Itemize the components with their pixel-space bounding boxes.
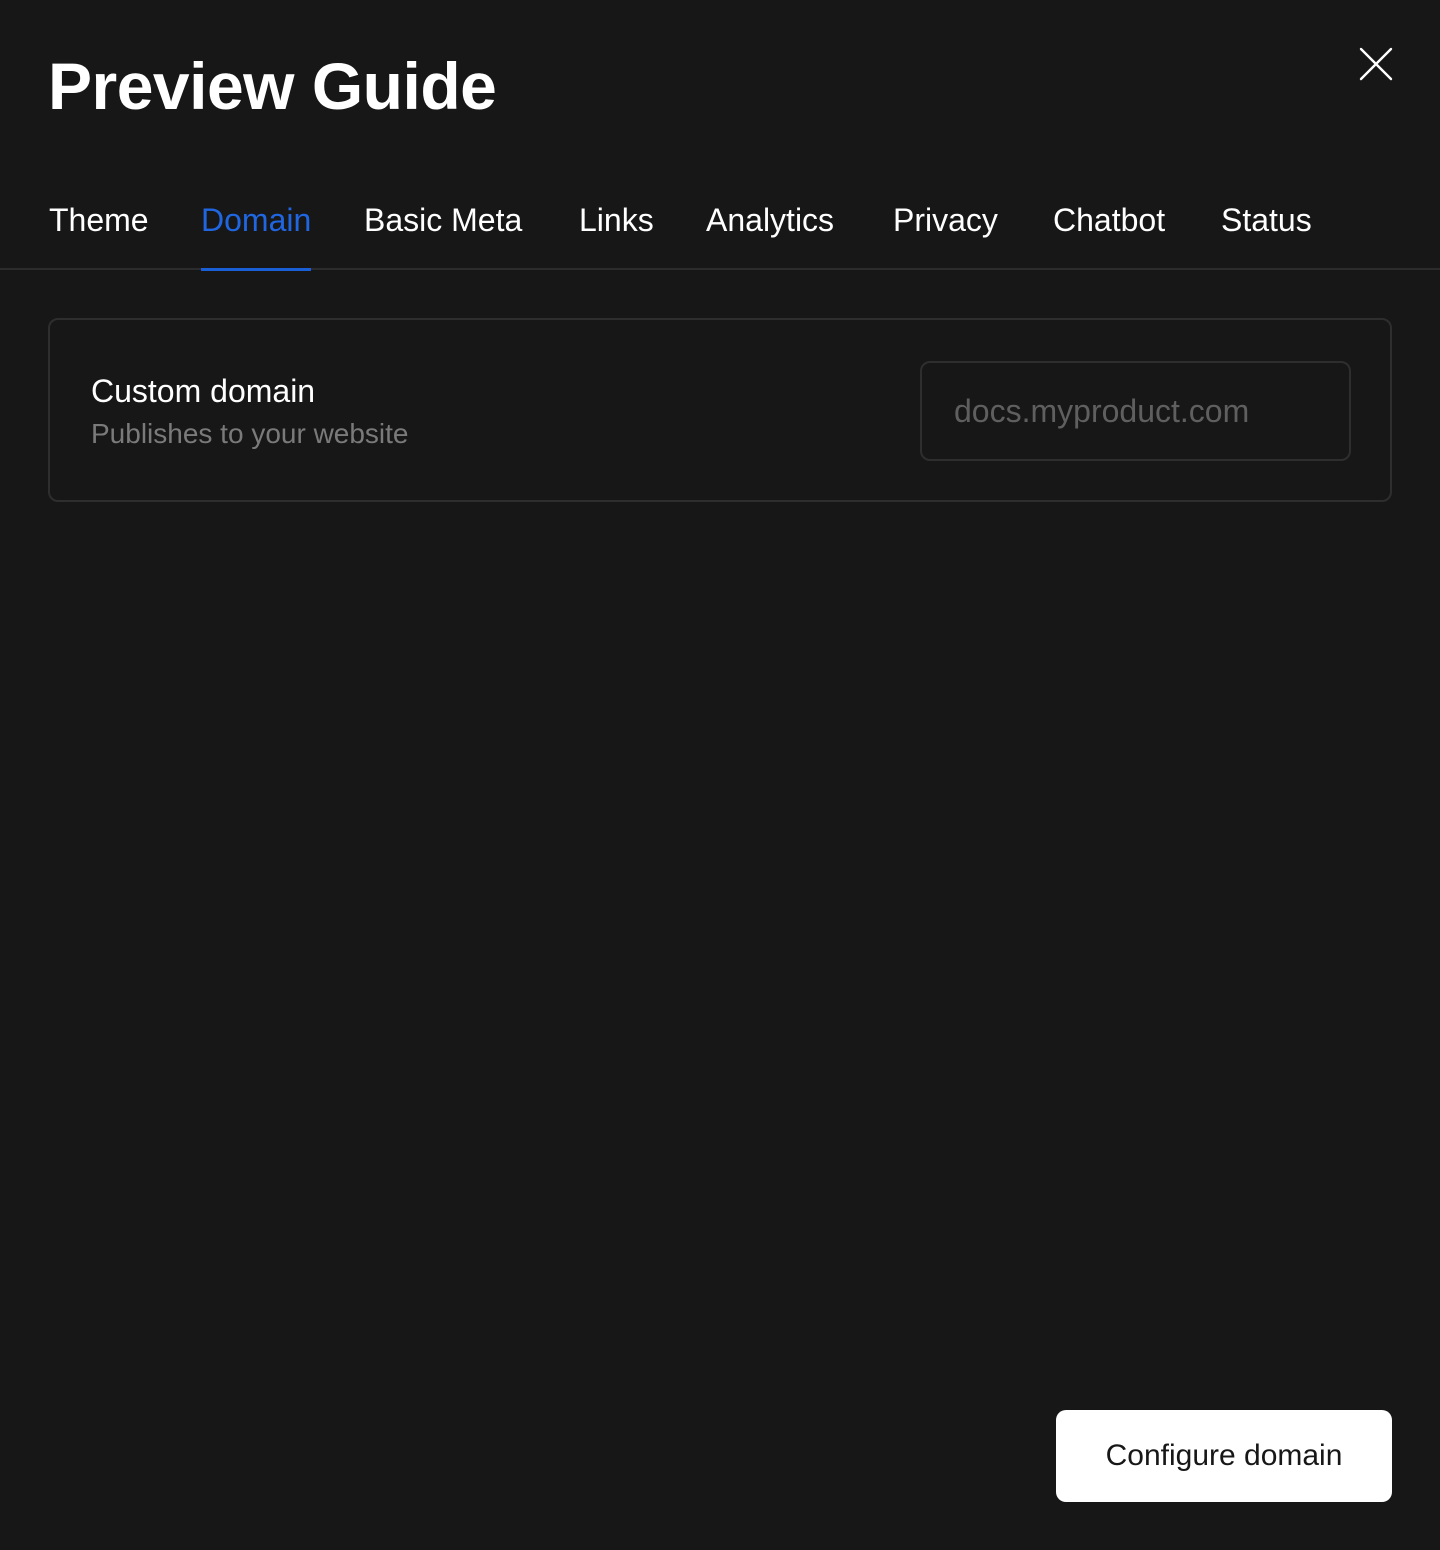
close-button[interactable] — [1352, 40, 1400, 88]
tab-chatbot[interactable]: Chatbot — [1053, 200, 1165, 270]
modal-title: Preview Guide — [48, 49, 497, 123]
tab-links[interactable]: Links — [579, 200, 654, 270]
domain-input[interactable] — [920, 361, 1351, 461]
tab-basic-meta[interactable]: Basic Meta — [364, 200, 522, 270]
custom-domain-card: Custom domain Publishes to your website — [48, 318, 1392, 502]
custom-domain-subtitle: Publishes to your website — [91, 418, 409, 449]
tab-domain[interactable]: Domain — [201, 200, 312, 271]
custom-domain-title: Custom domain — [91, 373, 316, 409]
tab-theme[interactable]: Theme — [49, 200, 149, 270]
tab-status[interactable]: Status — [1221, 200, 1312, 270]
close-icon — [1359, 47, 1393, 81]
preview-guide-modal: Preview Guide Theme Domain Basic Meta Li… — [0, 0, 1440, 1550]
configure-domain-button[interactable]: Configure domain — [1056, 1410, 1392, 1502]
tab-analytics[interactable]: Analytics — [706, 200, 834, 270]
tab-bar: Theme Domain Basic Meta Links Analytics … — [0, 180, 1440, 271]
tab-privacy[interactable]: Privacy — [893, 200, 998, 270]
